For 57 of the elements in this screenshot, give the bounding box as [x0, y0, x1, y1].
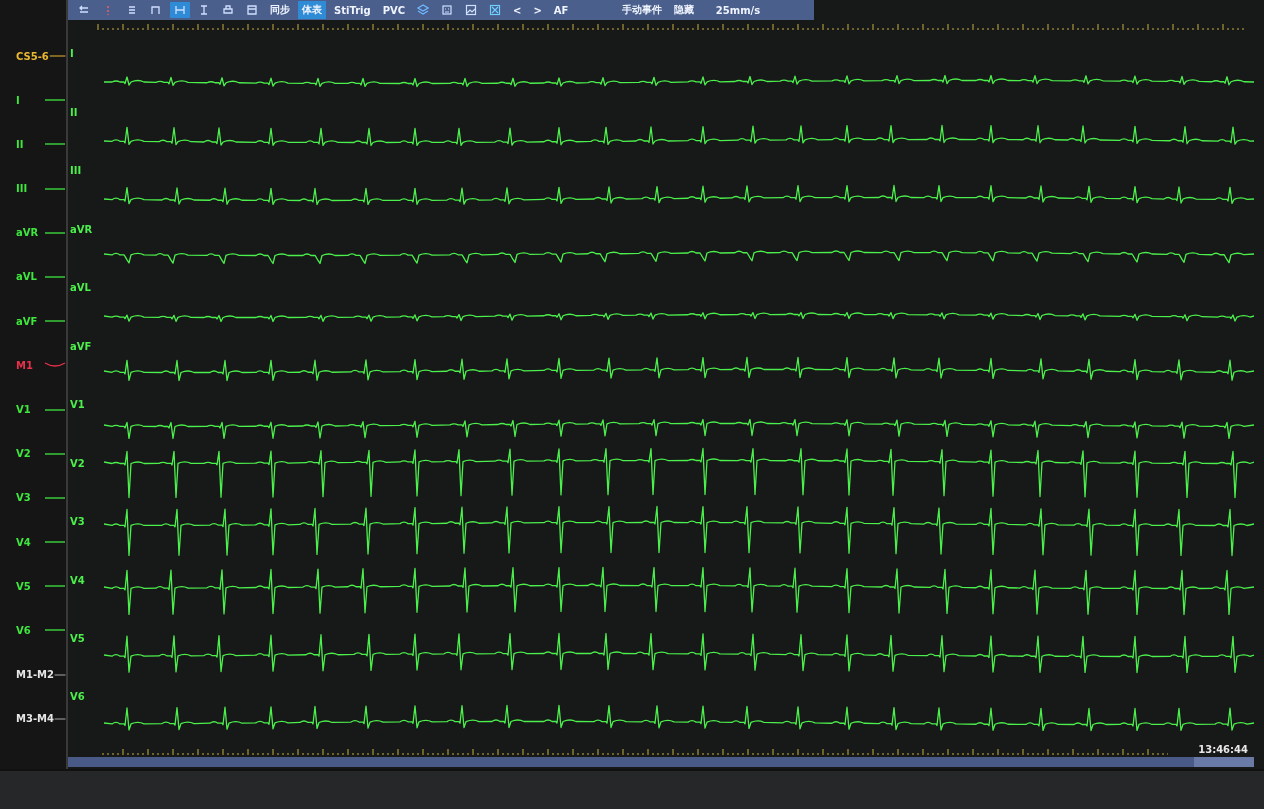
channel-label[interactable]: M1	[16, 359, 33, 371]
baseline-icon	[44, 627, 66, 634]
baseline-icon	[44, 450, 66, 457]
lead-label: aVL	[69, 282, 92, 294]
lead-label: aVF	[69, 340, 93, 352]
channel-label[interactable]: V6	[16, 624, 31, 636]
baseline-icon	[44, 583, 66, 590]
filter-dropdown[interactable]: AF	[549, 2, 610, 18]
baseline-icon	[44, 539, 66, 546]
channel-label[interactable]: aVR	[16, 227, 39, 239]
lead-label: V2	[69, 457, 86, 469]
view-tab[interactable]: 同步	[266, 1, 294, 19]
baseline-icon	[44, 185, 66, 192]
channel-label[interactable]: M1-M2	[16, 669, 54, 681]
tool-icon[interactable]	[170, 2, 190, 18]
nav-button[interactable]: >	[529, 2, 546, 18]
channel-label[interactable]: V2	[16, 448, 31, 460]
baseline-icon	[44, 97, 66, 104]
lead-label: V6	[69, 691, 86, 703]
baseline-icon	[44, 494, 66, 501]
scrollbar[interactable]	[68, 757, 1254, 767]
lead-label: aVR	[69, 223, 94, 235]
nav-button[interactable]: <	[509, 2, 526, 18]
channel-label[interactable]: V4	[16, 536, 31, 548]
channel-label[interactable]: CS5-6	[16, 50, 49, 62]
baseline-icon	[44, 406, 66, 413]
baseline-icon	[53, 671, 66, 678]
baseline-icon	[53, 715, 66, 722]
lead-label: II	[69, 106, 79, 118]
channel-label[interactable]: V1	[16, 404, 31, 415]
hide-button[interactable]: 隐藏	[669, 1, 698, 19]
channel-label[interactable]: II	[16, 138, 24, 150]
time-label: 13:46:44	[1198, 744, 1248, 755]
baseline-icon	[48, 53, 66, 59]
channel-label[interactable]: I	[16, 94, 20, 106]
baseline-icon	[44, 229, 66, 236]
lead-label: III	[69, 165, 83, 177]
view-tab[interactable]: StiTrig	[330, 2, 375, 18]
channel-label[interactable]: M3-M4	[16, 713, 54, 725]
baseline-icon	[44, 362, 66, 369]
baseline-icon	[44, 273, 66, 280]
channel-label[interactable]: aVF	[16, 315, 38, 327]
channel-label[interactable]: aVL	[16, 271, 37, 283]
lead-label: V5	[69, 633, 86, 644]
baseline-icon	[44, 141, 66, 148]
speed-value: 25mm/s	[715, 4, 761, 16]
view-tab[interactable]: PVC	[378, 2, 410, 18]
lead-label: V3	[69, 516, 86, 528]
channel-label[interactable]: V5	[16, 580, 31, 592]
lead-label: I	[69, 48, 75, 60]
baseline-icon	[44, 318, 66, 325]
scroll-thumb[interactable]	[1194, 757, 1254, 767]
lead-label: V4	[69, 574, 86, 586]
lead-label: V1	[69, 399, 86, 411]
channel-label[interactable]: V3	[16, 492, 31, 504]
event-button[interactable]: 手动事件	[617, 1, 666, 19]
channel-label[interactable]: III	[16, 183, 28, 195]
